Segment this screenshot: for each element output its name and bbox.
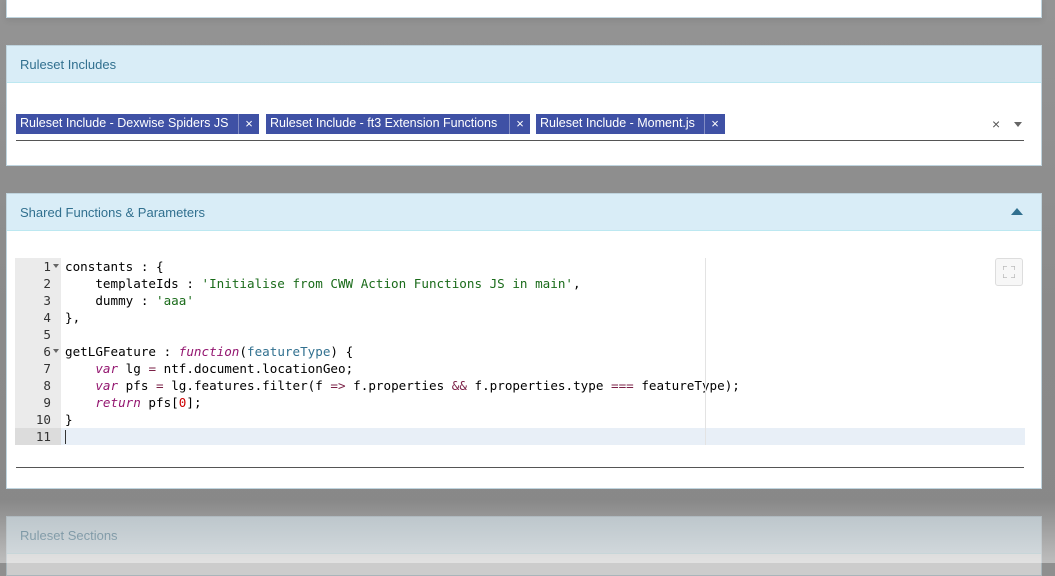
remove-tag-icon[interactable]: ×: [509, 114, 530, 134]
line-number: 8: [43, 378, 51, 393]
code-line: 5: [15, 326, 1025, 343]
line-number: 4: [43, 310, 51, 325]
line-number: 2: [43, 276, 51, 291]
code-line: 7 var lg = ntf.document.locationGeo;: [15, 360, 1025, 377]
code-text: },: [65, 310, 81, 325]
ruleset-sections-title: Ruleset Sections: [20, 528, 118, 543]
text-cursor: [65, 430, 66, 444]
ruleset-includes-panel: Ruleset Includes Ruleset Include - Dexwi…: [6, 45, 1042, 166]
includes-multiselect[interactable]: Ruleset Include - Dexwise Spiders JS × R…: [16, 114, 1024, 141]
code-line: 8 var pfs = lg.features.filter(f => f.pr…: [15, 377, 1025, 394]
expand-icon: [1003, 266, 1015, 278]
fold-arrow-icon[interactable]: [53, 349, 59, 353]
line-number: 3: [43, 293, 51, 308]
ruleset-includes-heading[interactable]: Ruleset Includes: [7, 46, 1041, 83]
code-line: 9 return pfs[0];: [15, 394, 1025, 411]
shared-functions-panel: Shared Functions & Parameters 1 constant…: [6, 193, 1042, 489]
code-line: 6 getLGFeature : function(featureType) {: [15, 343, 1025, 360]
code-line: 1 constants : {: [15, 258, 1025, 275]
line-number: 5: [43, 327, 51, 342]
fullscreen-button[interactable]: [995, 258, 1023, 286]
ruleset-sections-panel: Ruleset Sections: [6, 516, 1042, 576]
fold-arrow-icon[interactable]: [53, 264, 59, 268]
line-number: 7: [43, 361, 51, 376]
code-line: 10 }: [15, 411, 1025, 428]
ruleset-sections-heading[interactable]: Ruleset Sections: [7, 517, 1041, 554]
include-tag-label: Ruleset Include - Dexwise Spiders JS: [20, 116, 229, 130]
ruleset-includes-title: Ruleset Includes: [20, 57, 117, 72]
line-number: 10: [35, 412, 51, 427]
include-tag: Ruleset Include - Dexwise Spiders JS ×: [16, 114, 259, 134]
collapse-chevron-up-icon[interactable]: [1011, 208, 1023, 215]
include-tag-label: Ruleset Include - Moment.js: [540, 116, 695, 130]
code-text: }: [65, 412, 73, 427]
shared-functions-heading[interactable]: Shared Functions & Parameters: [7, 194, 1041, 231]
code-text: return pfs[0];: [95, 395, 202, 410]
code-text: var lg = ntf.document.locationGeo;: [95, 361, 354, 376]
include-tag-label: Ruleset Include - ft3 Extension Function…: [270, 116, 498, 130]
line-number: 11: [15, 428, 61, 445]
shared-functions-title: Shared Functions & Parameters: [20, 205, 205, 220]
remove-tag-icon[interactable]: ×: [704, 114, 725, 134]
code-line: 4 },: [15, 309, 1025, 326]
editor-underline: [16, 467, 1024, 468]
code-text: getLGFeature : function(featureType) {: [65, 344, 354, 359]
code-line-active: 11: [15, 428, 1025, 445]
code-text: dummy : 'aaa': [65, 293, 194, 308]
include-tag: Ruleset Include - Moment.js ×: [536, 114, 725, 134]
include-tag: Ruleset Include - ft3 Extension Function…: [266, 114, 530, 134]
code-line: 3 dummy : 'aaa': [15, 292, 1025, 309]
code-editor[interactable]: 1 constants : { 2 templateIds : 'Initial…: [15, 258, 1025, 445]
code-text: var pfs = lg.features.filter(f => f.prop…: [95, 378, 740, 393]
previous-panel-bottom: [6, 0, 1042, 18]
code-line: 2 templateIds : 'Initialise from CWW Act…: [15, 275, 1025, 292]
remove-tag-icon[interactable]: ×: [238, 114, 259, 134]
code-text: constants : {: [65, 259, 164, 274]
code-text: templateIds : 'Initialise from CWW Actio…: [65, 276, 581, 291]
clear-all-icon[interactable]: ×: [992, 116, 1000, 132]
print-margin: [705, 258, 706, 445]
dropdown-caret-icon[interactable]: [1014, 122, 1022, 127]
line-number: 9: [43, 395, 51, 410]
